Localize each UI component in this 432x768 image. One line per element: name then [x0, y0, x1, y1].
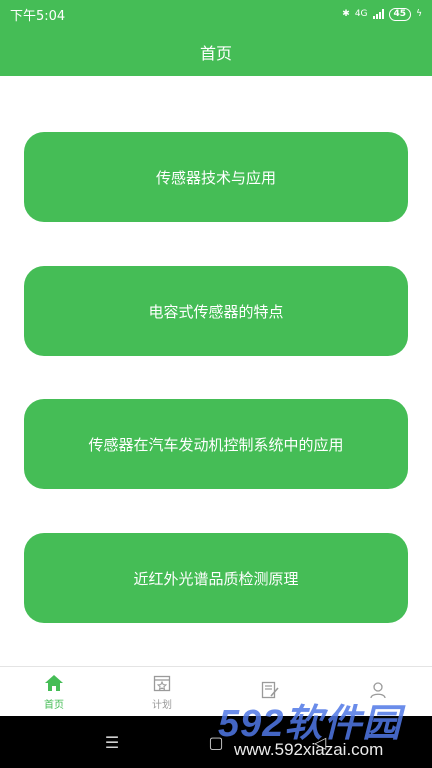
card-label: 近红外光谱品质检测原理	[133, 569, 299, 588]
user-icon	[370, 682, 386, 699]
status-icons: ✱ 4G 45 ϟ	[342, 7, 422, 21]
home-icon	[45, 674, 63, 691]
title-bar: 首页	[0, 28, 432, 76]
back-icon[interactable]: ◁	[305, 733, 335, 752]
card-list: 传感器技术与应用 电容式传感器的特点 传感器在汽车发动机控制系统中的应用 近红外…	[0, 76, 432, 666]
network-label: 4G	[354, 9, 368, 19]
page-title: 首页	[199, 44, 232, 63]
bottom-tab-bar: 首页 计划	[0, 666, 432, 716]
card-capacitive-sensor[interactable]: 电容式传感器的特点	[24, 266, 408, 356]
tab-plan[interactable]: 计划	[108, 667, 216, 716]
tab-notes[interactable]	[216, 667, 324, 716]
system-nav-bar: ☰ ▢ ◁	[0, 716, 432, 768]
signal-icon	[372, 9, 384, 19]
tab-label: 首页	[44, 699, 64, 711]
card-automotive-sensor[interactable]: 传感器在汽车发动机控制系统中的应用	[24, 399, 408, 489]
tab-label: 计划	[152, 699, 172, 711]
bluetooth-icon: ✱	[342, 9, 350, 19]
battery-level: 45	[393, 9, 407, 19]
card-label: 电容式传感器的特点	[148, 302, 284, 321]
card-label: 传感器在汽车发动机控制系统中的应用	[88, 435, 344, 454]
card-nir-spectroscopy[interactable]: 近红外光谱品质检测原理	[24, 533, 408, 623]
calendar-icon	[153, 675, 171, 691]
battery-icon: 45	[388, 7, 412, 21]
tab-profile[interactable]	[324, 667, 432, 716]
card-label: 传感器技术与应用	[155, 168, 276, 187]
home-button-icon[interactable]: ▢	[201, 733, 231, 752]
tab-home[interactable]: 首页	[0, 667, 108, 716]
charging-icon: ϟ	[416, 9, 422, 19]
menu-icon[interactable]: ☰	[97, 733, 127, 752]
edit-icon	[261, 681, 279, 699]
status-time: 下午5:04	[10, 8, 66, 24]
card-sensor-tech[interactable]: 传感器技术与应用	[24, 132, 408, 222]
status-bar: 下午5:04 ✱ 4G 45 ϟ	[0, 0, 432, 28]
